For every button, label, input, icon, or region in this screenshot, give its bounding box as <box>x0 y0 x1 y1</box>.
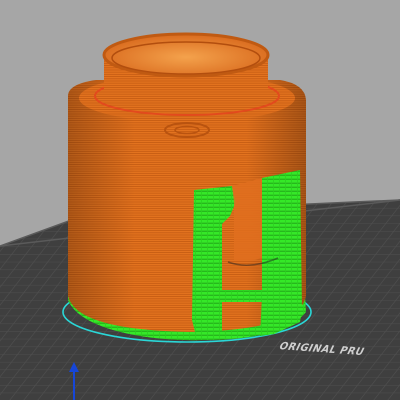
support-right <box>260 170 302 336</box>
model-neck <box>102 32 270 106</box>
support-arm <box>232 178 262 261</box>
support-bridge <box>222 290 262 302</box>
print-preview-viewport[interactable] <box>0 0 400 400</box>
